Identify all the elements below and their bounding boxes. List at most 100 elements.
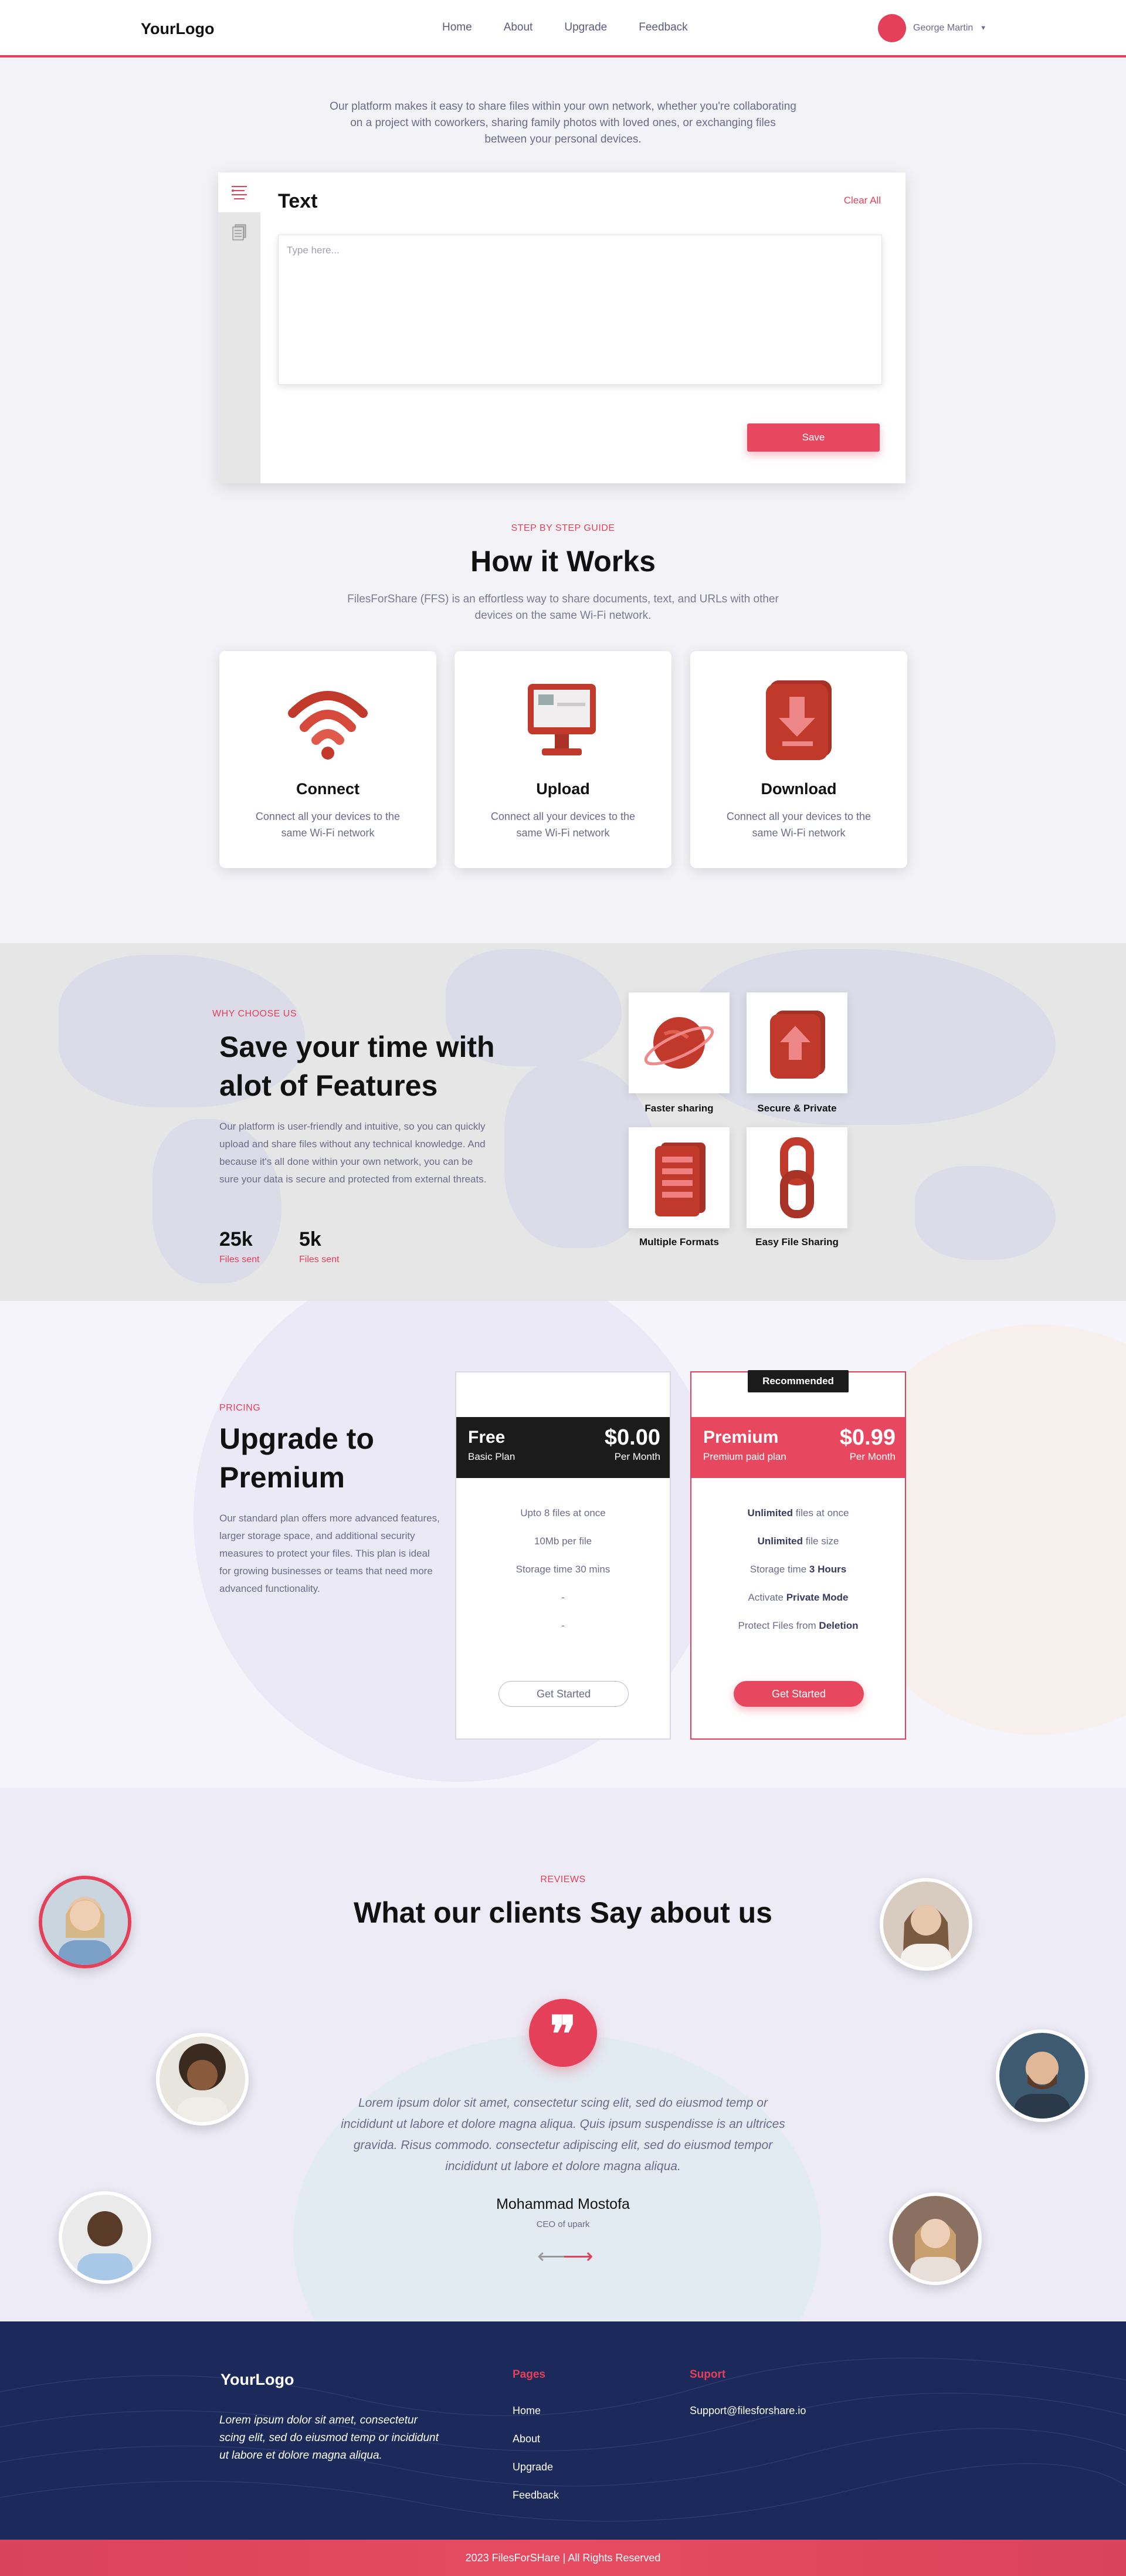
card-desc: Connect all your devices to the same Wi-… — [490, 811, 636, 839]
copyright-bar: 2023 FilesForSHare | All Rights Reserved — [0, 2540, 1126, 2576]
feature-label: Multiple Formats — [639, 1236, 719, 1248]
clear-all-link[interactable]: Clear All — [844, 195, 881, 206]
reviews-eyebrow: REVIEWS — [540, 1875, 586, 1884]
feature-label: Easy File Sharing — [755, 1236, 839, 1248]
avatar-image — [893, 2196, 978, 2282]
footer-link-home[interactable]: Home — [513, 2405, 541, 2417]
plan-feature: 10Mb per file — [534, 1536, 592, 1547]
avatar-image — [42, 1879, 128, 1965]
how-subtitle: FilesForShare (FFS) is an effortless way… — [347, 593, 779, 622]
reviewer-avatar[interactable] — [889, 2192, 982, 2285]
user-menu[interactable]: George Martin ▼ — [878, 14, 986, 42]
document-icon — [655, 1143, 706, 1216]
reviewer-avatar[interactable] — [59, 2191, 151, 2284]
stat-label: Files sent — [219, 1255, 260, 1265]
card-title: Download — [761, 780, 837, 798]
stat-number: 5k — [299, 1228, 321, 1250]
reviewer-avatar[interactable] — [39, 1876, 131, 1968]
card-desc: Connect all your devices to the same Wi-… — [255, 811, 401, 839]
avatar-image — [62, 2195, 148, 2280]
pricing-eyebrow: PRICING — [219, 1403, 261, 1413]
editor-title: Text — [278, 190, 318, 212]
chevron-down-icon[interactable]: ▼ — [980, 25, 986, 32]
files-icon — [232, 224, 246, 240]
plan-feature: Upto 8 files at once — [520, 1507, 606, 1519]
nav-home[interactable]: Home — [442, 21, 472, 34]
how-card-upload: Upload Connect all your devices to the s… — [455, 651, 671, 868]
stat-files-sent: 25k Files sent — [219, 1228, 259, 1265]
reviewer-avatar[interactable] — [156, 2033, 249, 2126]
next-arrow-icon[interactable]: ⟶ — [563, 2244, 593, 2269]
footer-link-upgrade[interactable]: Upgrade — [513, 2461, 553, 2473]
plan-price: $0.99 — [839, 1425, 896, 1450]
bg-circle — [293, 2034, 821, 2321]
nav-upgrade[interactable]: Upgrade — [564, 21, 607, 34]
text-input[interactable]: Type here... — [278, 235, 882, 385]
chain-link-icon — [780, 1137, 814, 1218]
stat-files-sent: 5k Files sent — [299, 1228, 339, 1265]
plan-premium: Recommended Premium Premium paid plan $0… — [690, 1370, 906, 1740]
reviewer-avatar[interactable] — [880, 1878, 972, 1971]
footer-link-about[interactable]: About — [513, 2433, 540, 2445]
tab-files[interactable] — [218, 212, 260, 252]
planet-icon — [644, 1017, 714, 1069]
support-email-link[interactable]: Support@filesforshare.io — [690, 2405, 806, 2417]
tab-text[interactable] — [218, 172, 260, 212]
card-title: Upload — [536, 780, 590, 798]
avatar-image — [999, 2033, 1085, 2119]
hex-pattern — [0, 2357, 1126, 2522]
user-name[interactable]: George Martin — [913, 23, 973, 33]
plan-feature: Protect Files from Deletion — [738, 1620, 859, 1631]
feature-tile-secure — [747, 992, 847, 1093]
plan-period: Per Month — [614, 1451, 660, 1462]
avatar-image — [160, 2036, 245, 2122]
footer-link-feedback[interactable]: Feedback — [513, 2489, 559, 2502]
pricing-desc: Our standard plan offers more advanced f… — [219, 1513, 440, 1594]
plan-feature: Unlimited files at once — [747, 1507, 849, 1519]
footer-text: Lorem ipsum dolor sit amet, consectetur … — [219, 2414, 439, 2462]
plan-price: $0.00 — [604, 1425, 660, 1450]
how-title: How it Works — [470, 545, 656, 578]
recommended-badge: Recommended — [748, 1370, 849, 1392]
card-desc: Connect all your devices to the same Wi-… — [726, 811, 871, 839]
plan-free: Free Basic Plan $0.00 Per Month Upto 8 f… — [455, 1371, 671, 1740]
site-footer — [0, 2321, 1126, 2540]
nav-about[interactable]: About — [504, 21, 533, 34]
world-map-shape — [915, 1166, 1056, 1260]
text-lines-icon — [232, 186, 247, 199]
footer-logo[interactable]: YourLogo — [221, 2371, 294, 2389]
main-nav: Home About Upgrade Feedback — [442, 21, 688, 34]
feature-label: Secure & Private — [757, 1103, 837, 1114]
plan-sub: Premium paid plan — [703, 1451, 786, 1462]
feature-tile-formats — [629, 1127, 730, 1228]
editor-sidebar — [218, 172, 260, 483]
features-desc: Our platform is user-friendly and intuit… — [219, 1121, 487, 1185]
plan-sub: Basic Plan — [468, 1451, 515, 1462]
features-eyebrow: WHY CHOOSE US — [212, 1009, 297, 1019]
plan-period: Per Month — [849, 1451, 896, 1462]
logo[interactable]: YourLogo — [141, 20, 214, 38]
user-avatar[interactable] — [878, 14, 906, 42]
features-section — [0, 943, 1126, 1301]
plan-feature: - — [561, 1592, 565, 1603]
pricing-title: Upgrade to Premium — [219, 1422, 374, 1494]
nav-feedback[interactable]: Feedback — [639, 21, 687, 34]
plan-name: Premium — [703, 1428, 779, 1447]
wifi-icon — [288, 691, 368, 760]
plan-name: Free — [468, 1428, 506, 1447]
upload-box-icon — [770, 1011, 825, 1079]
feature-label: Faster sharing — [645, 1103, 714, 1114]
quote-icon: ❞ — [550, 2005, 576, 2063]
save-button[interactable]: Save — [747, 423, 880, 452]
plan-feature: Unlimited file size — [757, 1536, 839, 1547]
feature-tile-faster — [629, 992, 730, 1093]
plan-feature: Storage time 30 mins — [515, 1564, 611, 1575]
quote-badge: ❞ — [529, 1999, 597, 2067]
stat-number: 25k — [219, 1228, 253, 1250]
get-started-premium-button[interactable]: Get Started — [734, 1681, 864, 1707]
reviewer-avatar[interactable] — [996, 2029, 1088, 2122]
plan-feature: Activate Private Mode — [748, 1592, 849, 1603]
features-title: Save your time with alot of Features — [219, 1031, 495, 1102]
plan-header: Premium Premium paid plan $0.99 Per Mont… — [691, 1417, 905, 1478]
get-started-free-button[interactable]: Get Started — [498, 1681, 629, 1707]
